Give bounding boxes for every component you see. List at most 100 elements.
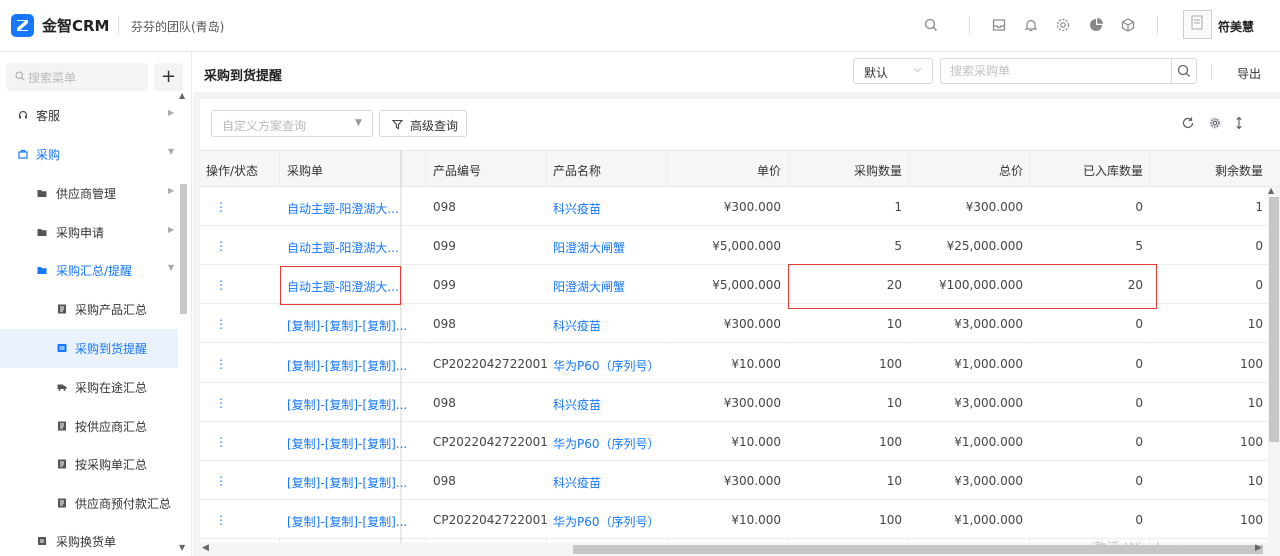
settings-icon[interactable] [1208, 116, 1222, 130]
unit-price: ¥300.000 [723, 474, 781, 488]
table-row[interactable]: ⋮ [复制]-[复制]-[复制]... CP2022042722001 华为P6… [200, 500, 1280, 539]
row-actions-icon[interactable]: ⋮ [215, 317, 227, 331]
column-header-stocked[interactable]: 已入库数量 [1083, 162, 1143, 179]
truck-icon [57, 384, 67, 391]
inbox-icon[interactable] [991, 17, 1007, 33]
search-icon[interactable] [923, 17, 939, 33]
view-select[interactable]: 默认 ⌵ [853, 58, 933, 84]
table-row[interactable]: ⋮ 自动主题-阳澄湖大... 099 阳澄湖大闸蟹 ¥5,000.000 5 ¥… [200, 226, 1280, 265]
table-vertical-scrollbar-thumb[interactable] [1269, 197, 1279, 442]
sidebar-item-purchase-request[interactable]: 采购申请 ▶ [0, 213, 178, 252]
table-row[interactable]: ⋮ [复制]-[复制]-[复制]... 098 科兴疫苗 ¥300.000 10… [200, 383, 1280, 422]
row-actions-icon[interactable]: ⋮ [215, 513, 227, 527]
order-link[interactable]: [复制]-[复制]-[复制]... [287, 474, 407, 491]
column-header-operation[interactable]: 操作/状态 [206, 162, 258, 179]
total-price: ¥3,000.000 [954, 317, 1023, 331]
stocked-quantity: 0 [1135, 200, 1143, 214]
product-name-link[interactable]: 科兴疫苗 [553, 396, 601, 413]
search-button[interactable] [1171, 58, 1197, 84]
menu-search-input[interactable]: 搜索菜单 [6, 63, 148, 91]
product-name-link[interactable]: 华为P60（序列号） [553, 357, 660, 374]
product-name-link[interactable]: 科兴疫苗 [553, 200, 601, 217]
product-name-link[interactable]: 华为P60（序列号） [553, 435, 660, 452]
column-header-price[interactable]: 单价 [757, 162, 781, 179]
table-row[interactable]: ⋮ [复制]-[复制]-[复制]... CP2022042722001 华为P6… [200, 344, 1280, 383]
sidebar-item-exchange-order[interactable]: 采购换货单 [0, 522, 178, 556]
sidebar-item-customer-service[interactable]: 客服 ▶ [0, 96, 178, 135]
advanced-query-button[interactable]: 高级查询 [379, 110, 467, 137]
top-bar: 金智CRM 芬芬的团队(青岛) 符美慧 [0, 0, 1280, 52]
sidebar-scrollbar-thumb[interactable] [180, 184, 187, 314]
product-name-link[interactable]: 华为P60（序列号） [553, 513, 660, 530]
gear-icon[interactable] [1055, 17, 1071, 33]
add-menu-button[interactable]: + [154, 63, 183, 91]
table-row[interactable]: ⋮ [复制]-[复制]-[复制]... 098 科兴疫苗 ¥300.000 10… [200, 461, 1280, 500]
row-actions-icon[interactable]: ⋮ [215, 474, 227, 488]
row-actions-icon[interactable]: ⋮ [215, 278, 227, 292]
scroll-right-arrow[interactable]: ▶ [1255, 543, 1262, 553]
pie-chart-icon[interactable] [1088, 17, 1104, 33]
column-header-name[interactable]: 产品名称 [553, 162, 601, 179]
table-row[interactable]: ⋮ 自动主题-阳澄湖大... 098 科兴疫苗 ¥300.000 1 ¥300.… [200, 187, 1280, 226]
scheme-select-placeholder: 自定义方案查询 [222, 119, 307, 133]
advanced-query-label: 高级查询 [410, 119, 459, 133]
product-name-link[interactable]: 阳澄湖大闸蟹 [553, 278, 625, 295]
order-link[interactable]: 自动主题-阳澄湖大... [287, 200, 399, 217]
refresh-icon[interactable] [1181, 116, 1195, 130]
cube-icon[interactable] [1120, 17, 1136, 33]
sidebar-item-arrival-reminder[interactable]: 采购到货提醒 [0, 329, 178, 368]
avatar[interactable] [1183, 10, 1212, 39]
app-logo[interactable] [11, 14, 34, 37]
sidebar-item-purchase[interactable]: 采购 ▼ [0, 135, 178, 174]
headset-icon [18, 110, 28, 119]
unit-price: ¥300.000 [723, 200, 781, 214]
row-actions-icon[interactable]: ⋮ [215, 435, 227, 449]
order-search-input[interactable] [940, 58, 1172, 84]
scroll-left-arrow[interactable]: ◀ [202, 543, 209, 553]
table-row[interactable]: ⋮ [复制]-[复制]-[复制]... 098 科兴疫苗 ¥300.000 10… [200, 304, 1280, 343]
sidebar-item-by-supplier[interactable]: 按供应商汇总 [0, 407, 178, 446]
column-header-code[interactable]: 产品编号 [433, 162, 481, 179]
row-actions-icon[interactable]: ⋮ [215, 357, 227, 371]
product-code: 098 [433, 317, 456, 331]
order-link[interactable]: [复制]-[复制]-[复制]... [287, 513, 407, 530]
product-name-link[interactable]: 科兴疫苗 [553, 317, 601, 334]
row-actions-icon[interactable]: ⋮ [215, 396, 227, 410]
order-link[interactable]: [复制]-[复制]-[复制]... [287, 435, 407, 452]
scroll-down-arrow[interactable]: ▼ [179, 543, 185, 552]
folder-icon [37, 190, 47, 197]
sidebar-item-supplier-prepayment[interactable]: 供应商预付款汇总 [0, 484, 178, 523]
order-link[interactable]: [复制]-[复制]-[复制]... [287, 317, 407, 334]
product-name-link[interactable]: 阳澄湖大闸蟹 [553, 239, 625, 256]
sidebar-item-in-transit-summary[interactable]: 采购在途汇总 [0, 368, 178, 407]
sidebar-item-supplier-management[interactable]: 供应商管理 ▶ [0, 174, 178, 213]
total-price: ¥25,000.000 [946, 239, 1023, 253]
table-row[interactable]: ⋮ [复制]-[复制]-[复制]... CP2022042722001 华为P6… [200, 422, 1280, 461]
order-link[interactable]: 自动主题-阳澄湖大... [287, 239, 399, 256]
scheme-select[interactable]: 自定义方案查询 ▼ [211, 110, 373, 137]
team-name[interactable]: 芬芬的团队(青岛) [131, 18, 224, 35]
chevron-right-icon: ▶ [168, 108, 175, 117]
product-name-link[interactable]: 科兴疫苗 [553, 474, 601, 491]
order-link[interactable]: [复制]-[复制]-[复制]... [287, 396, 407, 413]
column-header-order[interactable]: 采购单 [287, 162, 323, 179]
sidebar-item-by-order[interactable]: 按采购单汇总 [0, 445, 178, 484]
user-name[interactable]: 符美慧 [1218, 18, 1254, 35]
sidebar-item-purchase-product-summary[interactable]: 采购产品汇总 [0, 290, 178, 329]
column-header-remaining[interactable]: 剩余数量 [1215, 162, 1263, 179]
column-header-quantity[interactable]: 采购数量 [854, 162, 902, 179]
scroll-up-arrow[interactable]: ▲ [179, 91, 185, 100]
folder-icon [37, 267, 47, 274]
row-actions-icon[interactable]: ⋮ [215, 239, 227, 253]
order-link[interactable]: [复制]-[复制]-[复制]... [287, 357, 407, 374]
export-button[interactable]: 导出 [1237, 65, 1261, 82]
sidebar-item-purchase-summary[interactable]: 采购汇总/提醒 ▼ [0, 251, 178, 290]
unit-price: ¥10.000 [731, 513, 781, 527]
row-actions-icon[interactable]: ⋮ [215, 200, 227, 214]
bell-icon[interactable] [1023, 17, 1039, 33]
column-height-icon[interactable] [1232, 116, 1246, 130]
column-header-total[interactable]: 总价 [999, 162, 1023, 179]
remaining-quantity: 100 [1240, 357, 1263, 371]
scroll-up-arrow[interactable]: ▲ [1268, 186, 1274, 195]
stocked-quantity: 0 [1135, 357, 1143, 371]
